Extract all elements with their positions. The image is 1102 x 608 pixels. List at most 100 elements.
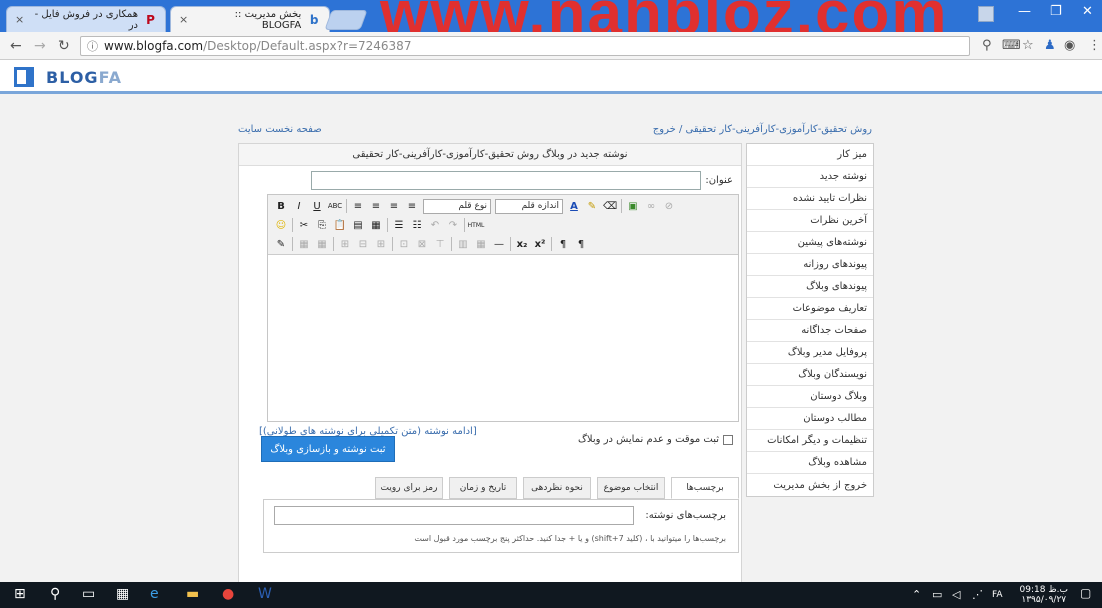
file-explorer-icon[interactable]: ▬ xyxy=(186,586,199,602)
profile-icon[interactable] xyxy=(978,6,994,22)
home-link[interactable]: صفحه نخست سایت xyxy=(238,124,322,135)
menu-item-profile[interactable]: پروفایل مدیر وبلاگ xyxy=(747,342,873,364)
menu-item-daily-links[interactable]: پیوندهای روزانه xyxy=(747,254,873,276)
menu-item-categories[interactable]: تعاریف موضوعات xyxy=(747,298,873,320)
align-left-icon[interactable]: ≡ xyxy=(351,199,365,213)
horizontal-rule-icon[interactable]: — xyxy=(492,237,506,251)
menu-item-authors[interactable]: نویسندگان وبلاگ xyxy=(747,364,873,386)
close-tab-icon[interactable]: × xyxy=(15,13,24,26)
table-grid-icon[interactable]: ▦ xyxy=(474,237,488,251)
font-family-select[interactable]: نوع قلم xyxy=(423,198,491,214)
menu-item-dashboard[interactable]: میز کار xyxy=(747,144,873,166)
menu-item-previous-posts[interactable]: نوشته‌های پیشین xyxy=(747,232,873,254)
emoji-icon[interactable]: ☺ xyxy=(274,218,288,232)
extension-icon[interactable]: ◉ xyxy=(1064,38,1075,53)
notifications-icon[interactable]: ▢ xyxy=(1080,586,1091,600)
unlink-icon[interactable]: ⊘ xyxy=(662,199,676,213)
tags-input[interactable] xyxy=(274,506,634,525)
network-icon[interactable]: ⋰ xyxy=(972,588,983,601)
col-insert-icon[interactable]: ⊞ xyxy=(374,237,388,251)
menu-item-pending-comments[interactable]: نظرات تایید نشده xyxy=(747,188,873,210)
cell-props-icon[interactable]: ⊤ xyxy=(433,237,447,251)
split-cells-icon[interactable]: ⊠ xyxy=(415,237,429,251)
strikethrough-icon[interactable]: ABC xyxy=(328,199,342,213)
menu-icon[interactable]: ⋮ xyxy=(1088,38,1101,53)
search-icon[interactable]: ⚲ xyxy=(50,586,60,602)
menu-item-latest-comments[interactable]: آخرین نظرات xyxy=(747,210,873,232)
tab-password[interactable]: رمز برای رویت xyxy=(375,477,443,499)
menu-item-friends-posts[interactable]: مطالب دوستان xyxy=(747,408,873,430)
extension-icon[interactable]: ⚲ xyxy=(982,38,992,53)
task-view-icon[interactable]: ▭ xyxy=(82,586,95,602)
edit-image-icon[interactable]: ✎ xyxy=(274,237,288,251)
table-icon[interactable]: ▦ xyxy=(297,237,311,251)
cut-icon[interactable]: ✂ xyxy=(297,218,311,232)
editor-body[interactable] xyxy=(268,255,738,421)
tab-category[interactable]: انتخاب موضوع xyxy=(597,477,665,499)
tab-datetime[interactable]: تاریخ و زمان xyxy=(449,477,517,499)
word-icon[interactable]: W xyxy=(258,586,272,602)
back-icon[interactable]: ← xyxy=(10,38,22,54)
draft-checkbox[interactable] xyxy=(723,434,733,445)
draft-option[interactable]: ثبت موقت و عدم نمایش در وبلاگ xyxy=(578,434,733,445)
menu-item-new-post[interactable]: نوشته جدید xyxy=(747,166,873,188)
undo-icon[interactable]: ↶ xyxy=(428,218,442,232)
align-right-icon[interactable]: ≡ xyxy=(387,199,401,213)
rtl-icon[interactable]: ¶ xyxy=(574,237,588,251)
blogfa-logo[interactable]: BLOGFA xyxy=(46,68,122,87)
edge-icon[interactable]: e xyxy=(150,586,159,602)
paste-word-icon[interactable]: ▦ xyxy=(369,218,383,232)
italic-icon[interactable]: I xyxy=(292,199,306,213)
numbered-list-icon[interactable]: ☷ xyxy=(410,218,424,232)
menu-item-logout[interactable]: خروج از بخش مدیریت xyxy=(747,474,873,496)
paste-icon[interactable]: 📋 xyxy=(333,218,347,232)
tab-tags[interactable]: برچسب‌ها xyxy=(671,477,739,499)
battery-icon[interactable]: ▭ xyxy=(932,588,942,601)
html-source-icon[interactable]: HTML xyxy=(468,218,485,232)
table-props-icon[interactable]: ▦ xyxy=(315,237,329,251)
bold-icon[interactable]: B xyxy=(274,199,288,213)
bookmark-star-icon[interactable]: ☆ xyxy=(1022,38,1034,53)
info-icon[interactable]: ⓘ xyxy=(87,38,98,54)
bullet-list-icon[interactable]: ☰ xyxy=(392,218,406,232)
minimize-icon[interactable]: — xyxy=(1018,4,1031,19)
table-border-icon[interactable]: ▥ xyxy=(456,237,470,251)
menu-item-blog-links[interactable]: پیوندهای وبلاگ xyxy=(747,276,873,298)
superscript-icon[interactable]: x² xyxy=(533,237,547,251)
row-delete-icon[interactable]: ⊟ xyxy=(356,237,370,251)
ltr-icon[interactable]: ¶ xyxy=(556,237,570,251)
close-window-icon[interactable]: ✕ xyxy=(1082,4,1093,19)
font-size-select[interactable]: اندازه قلم xyxy=(495,198,563,214)
language-indicator[interactable]: FA xyxy=(992,590,1003,600)
calculator-icon[interactable]: ▦ xyxy=(116,586,129,602)
clock[interactable]: 09:18 ب.ظ ۱۳۹۵/۰۹/۲۷ xyxy=(1020,585,1068,605)
subscript-icon[interactable]: x₂ xyxy=(515,237,529,251)
forward-icon[interactable]: → xyxy=(34,38,46,54)
tray-arrow-icon[interactable]: ⌃ xyxy=(912,588,921,601)
tab-affiliate[interactable]: P همکاری در فروش فایل - در × xyxy=(6,6,166,32)
menu-item-pages[interactable]: صفحات جداگانه xyxy=(747,320,873,342)
volume-icon[interactable]: ◁ xyxy=(952,588,960,601)
highlight-icon[interactable]: ✎ xyxy=(585,199,599,213)
close-tab-icon[interactable]: × xyxy=(179,13,188,26)
eraser-icon[interactable]: ⌫ xyxy=(603,199,617,213)
windows-start-icon[interactable]: ⊞ xyxy=(14,586,26,602)
merge-cells-icon[interactable]: ⊡ xyxy=(397,237,411,251)
align-center-icon[interactable]: ≡ xyxy=(369,199,383,213)
insert-image-icon[interactable]: ▣ xyxy=(626,199,640,213)
justify-icon[interactable]: ≡ xyxy=(405,199,419,213)
link-icon[interactable]: ∞ xyxy=(644,199,658,213)
paste-text-icon[interactable]: ▤ xyxy=(351,218,365,232)
menu-item-view-blog[interactable]: مشاهده وبلاگ xyxy=(747,452,873,474)
menu-item-friends-blogs[interactable]: وبلاگ دوستان xyxy=(747,386,873,408)
text-color-icon[interactable]: A xyxy=(567,199,581,213)
breadcrumb[interactable]: روش تحقیق-کارآموزی-کارآفرینی-کار تحقیقی … xyxy=(653,124,872,135)
title-input[interactable] xyxy=(311,171,701,190)
new-tab-button[interactable] xyxy=(324,10,368,30)
extension-user-icon[interactable]: ♟ xyxy=(1044,38,1056,53)
reload-icon[interactable]: ↻ xyxy=(58,38,70,54)
restore-icon[interactable]: ❐ xyxy=(1050,4,1062,19)
url-input[interactable]: ⓘ www.blogfa.com/Desktop/Default.aspx?r=… xyxy=(80,36,970,56)
publish-button[interactable]: ثبت نوشته و بازسازی وبلاگ xyxy=(261,436,395,462)
chrome-icon[interactable]: ● xyxy=(222,586,234,602)
